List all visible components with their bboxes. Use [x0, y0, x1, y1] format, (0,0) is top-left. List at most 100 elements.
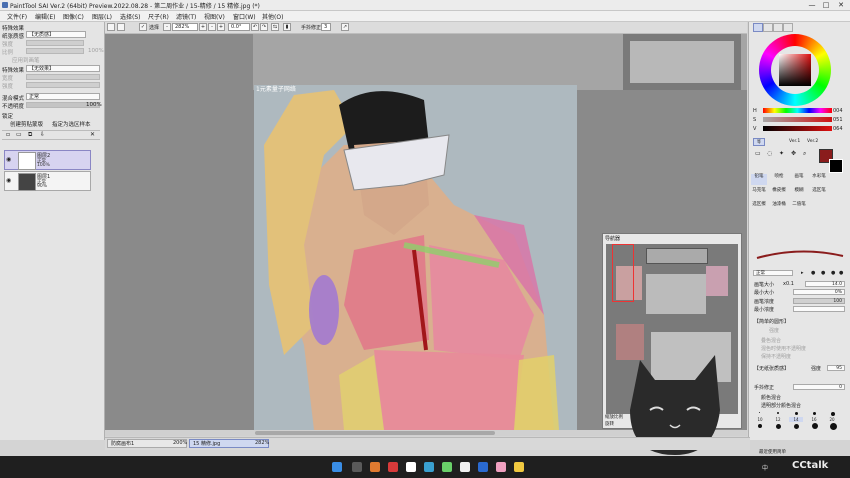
tool-slot[interactable]	[811, 202, 827, 213]
texture-apply-label[interactable]: 应用到画笔	[12, 56, 40, 64]
color-slider-tab-icon[interactable]	[763, 23, 773, 32]
zoom-out-button[interactable]: -	[163, 23, 171, 31]
mode-tab-normal[interactable]: 等	[753, 138, 765, 146]
tool-slot[interactable]	[771, 216, 787, 227]
lasso-icon[interactable]: ◌	[767, 150, 772, 157]
menu-view[interactable]: 视图(V)	[204, 12, 225, 21]
tool-airbrush[interactable]: 喷枪	[771, 174, 787, 185]
close-button[interactable]: ✕	[835, 0, 847, 10]
color-mixer-tab-icon[interactable]	[783, 23, 793, 32]
tool-binary-pen[interactable]: 二值笔	[791, 202, 807, 213]
menu-ruler[interactable]: 尺子(R)	[148, 12, 169, 21]
minimize-button[interactable]: —	[806, 0, 818, 10]
density-field[interactable]: 100	[793, 298, 845, 304]
scroll-thumb[interactable]	[255, 431, 495, 435]
size-preset-dot[interactable]	[776, 424, 781, 429]
menu-window[interactable]: 窗口(W)	[233, 12, 256, 21]
move-icon[interactable]: ✥	[791, 150, 796, 157]
tool-slot[interactable]	[811, 216, 827, 227]
app-icon[interactable]	[388, 462, 398, 472]
search-icon[interactable]	[352, 462, 362, 472]
effect-strength-slider[interactable]	[26, 82, 100, 88]
menu-image[interactable]: 图像(C)	[63, 12, 84, 21]
tool-eraser[interactable]: 橡皮擦	[771, 188, 787, 199]
app-icon[interactable]	[478, 462, 488, 472]
effect-select[interactable]: 【无效果】	[26, 65, 100, 72]
texture-select[interactable]: 【无质感】	[26, 31, 86, 38]
size-preset-dot[interactable]	[759, 412, 760, 413]
app-icon[interactable]	[370, 462, 380, 472]
tool-select-eraser[interactable]: 选区擦	[751, 202, 767, 213]
value-slider[interactable]	[763, 126, 832, 131]
eye-icon[interactable]: ◉	[6, 157, 12, 163]
min-density-field[interactable]	[793, 306, 845, 312]
menu-file[interactable]: 文件(F)	[7, 12, 27, 21]
brush-size-field[interactable]: 14.0	[805, 281, 845, 287]
rotation-field[interactable]: 0.0°	[228, 23, 250, 31]
photo-canvas[interactable]: 1元素量子网络	[254, 85, 577, 430]
layer-item[interactable]: ◉ 图层2 正常 100%	[4, 150, 91, 170]
tool-pencil[interactable]: 铅笔	[751, 174, 767, 185]
pin-icon[interactable]: ↗	[341, 23, 349, 31]
tool-select-pen[interactable]: 选区笔	[811, 188, 827, 199]
effect-width-slider[interactable]	[26, 74, 100, 80]
tool-slot[interactable]	[791, 216, 807, 227]
tool-slot[interactable]	[751, 216, 767, 227]
mix-opacity-option[interactable]: 混色时使用不透明度	[761, 345, 806, 352]
app-icon[interactable]	[424, 462, 434, 472]
brush-shape-icon[interactable]: ●	[831, 270, 835, 276]
app-icon[interactable]	[406, 462, 416, 472]
menu-filter[interactable]: 滤镜(T)	[176, 12, 196, 21]
merge-down-icon[interactable]: ⇩	[40, 131, 45, 138]
menu-select[interactable]: 选择(S)	[120, 12, 141, 21]
effects-header[interactable]: 特殊效果	[2, 24, 24, 32]
navigator-viewport[interactable]	[612, 244, 634, 302]
hue-slider[interactable]	[763, 108, 832, 113]
ime-indicator[interactable]: 中	[762, 463, 768, 472]
delete-layer-icon[interactable]: ✕	[90, 131, 95, 138]
color-wheel[interactable]	[759, 34, 831, 106]
rect-select-icon[interactable]: ▭	[755, 150, 761, 157]
zoom-icon[interactable]: ⌕	[803, 150, 806, 158]
tool-watercolor[interactable]: 水彩笔	[811, 174, 827, 185]
size-preset-dot[interactable]	[794, 424, 799, 429]
min-size-field[interactable]: 0%	[793, 289, 845, 295]
background-color-swatch[interactable]	[829, 159, 843, 173]
size-preset-dot[interactable]	[813, 412, 816, 415]
app-icon[interactable]	[496, 462, 506, 472]
flip-button[interactable]: ⇆	[271, 23, 279, 31]
toolbar-button-2[interactable]	[117, 23, 125, 31]
transparent-blend-option[interactable]: 透明部分颜色混合	[761, 402, 801, 409]
brush-shape-icon[interactable]: ●	[821, 270, 825, 276]
zoom-in-button[interactable]: +	[199, 23, 207, 31]
toolbar-button-1[interactable]	[107, 23, 115, 31]
eye-icon[interactable]: ◉	[6, 178, 12, 184]
maximize-button[interactable]: □	[820, 0, 832, 10]
stabilizer-field-right[interactable]: 0	[793, 384, 845, 390]
copy-layer-icon[interactable]: ⧉	[28, 131, 32, 139]
layer-item[interactable]: ◉ 图层1 正常 90%	[4, 171, 91, 191]
app-icon[interactable]	[442, 462, 452, 472]
saturation-slider[interactable]	[763, 117, 832, 122]
rotate-left-button[interactable]: ↶	[251, 23, 259, 31]
app-icon[interactable]	[460, 462, 470, 472]
mix-color-option[interactable]: 叠色混合	[761, 337, 781, 344]
color-wheel-tab-icon[interactable]	[753, 23, 763, 32]
tool-brush[interactable]: 画笔	[791, 174, 807, 185]
texture-strength-slider[interactable]	[26, 40, 84, 46]
tool-marker[interactable]: 马克笔	[751, 188, 767, 199]
size-preset-dot[interactable]	[758, 424, 762, 428]
size-preset-dot[interactable]	[812, 423, 818, 429]
tool-bucket[interactable]: 油漆桶	[771, 202, 787, 213]
brush-size-mult[interactable]: x0.1	[783, 281, 794, 287]
size-preset-dot[interactable]	[795, 412, 798, 415]
texture-header[interactable]: 【无纸张质感】	[754, 365, 789, 372]
blend-mode-select[interactable]: 正常	[26, 93, 100, 100]
menu-other[interactable]: 其他(O)	[262, 12, 283, 21]
saturation-value[interactable]: 051	[833, 117, 843, 123]
zoom-field[interactable]: 282%	[172, 23, 198, 31]
stabilizer-select[interactable]: 3	[321, 23, 331, 31]
keep-opacity-option[interactable]: 保持不透明度	[761, 353, 791, 360]
brush-mode-select[interactable]: 正常	[753, 270, 793, 276]
mirror-button[interactable]: ▮	[283, 23, 291, 31]
